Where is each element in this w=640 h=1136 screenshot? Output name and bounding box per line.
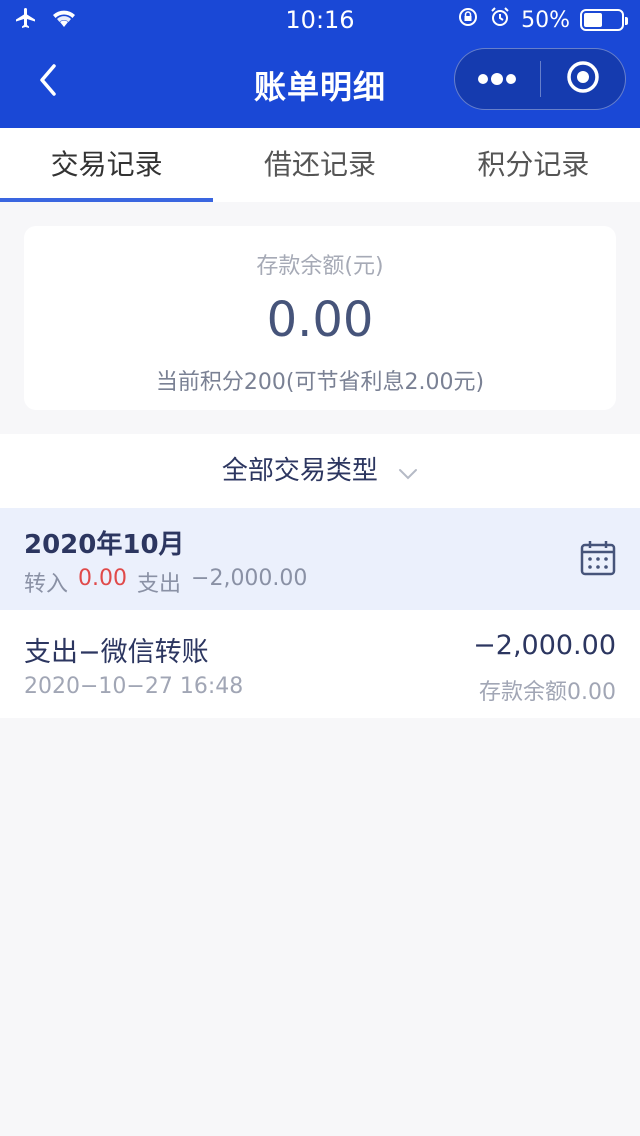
alarm-icon — [489, 6, 511, 34]
transaction-time: 2020−10−27 16:48 — [24, 674, 244, 699]
battery-icon — [580, 9, 628, 31]
target-close-icon — [566, 60, 600, 98]
transaction-amount: −2,000.00 — [473, 630, 616, 661]
points-note: 当前积分200(可节省利息2.00元) — [155, 370, 485, 395]
chevron-down-icon — [398, 435, 418, 509]
transaction-balance: 存款余额0.00 — [479, 680, 616, 705]
more-dots-icon — [477, 70, 517, 89]
calendar-button[interactable] — [580, 540, 616, 580]
battery-percent: 50% — [521, 7, 570, 33]
balance-amount: 0.00 — [266, 292, 374, 348]
transaction-row[interactable]: 支出−微信转账 2020−10−27 16:48 −2,000.00 存款余额0… — [0, 610, 640, 718]
income-label: 转入 — [24, 572, 69, 597]
expense-label: 支出 — [137, 572, 182, 597]
transaction-type-filter[interactable]: 全部交易类型 — [0, 434, 640, 508]
header: 10:16 50% 账单明细 — [0, 0, 640, 128]
status-bar: 10:16 50% — [0, 0, 640, 40]
month-summary: 转入 0.00 支出 −2,000.00 — [24, 566, 307, 598]
calendar-icon — [580, 541, 616, 580]
balance-card: 存款余额(元) 0.00 当前积分200(可节省利息2.00元) — [24, 226, 616, 410]
balance-label: 存款余额(元) — [256, 254, 384, 279]
transaction-name: 支出−微信转账 — [24, 637, 209, 668]
rotation-lock-icon — [457, 6, 479, 34]
close-button[interactable] — [541, 49, 626, 109]
month-title: 2020年10月 — [24, 530, 185, 560]
filter-label: 全部交易类型 — [221, 456, 378, 486]
month-header: 2020年10月 转入 0.00 支出 −2,000.00 — [0, 508, 640, 610]
expense-value: −2,000.00 — [191, 566, 308, 591]
mini-program-capsule — [454, 48, 626, 110]
navbar: 账单明细 — [0, 40, 640, 128]
income-value: 0.00 — [78, 566, 127, 591]
tab-points[interactable]: 积分记录 — [427, 128, 640, 202]
status-right: 50% — [457, 6, 628, 34]
tab-borrow-repay[interactable]: 借还记录 — [213, 128, 426, 202]
tab-bar: 交易记录 借还记录 积分记录 — [0, 128, 640, 202]
more-button[interactable] — [455, 49, 540, 109]
tab-transactions[interactable]: 交易记录 — [0, 128, 214, 202]
